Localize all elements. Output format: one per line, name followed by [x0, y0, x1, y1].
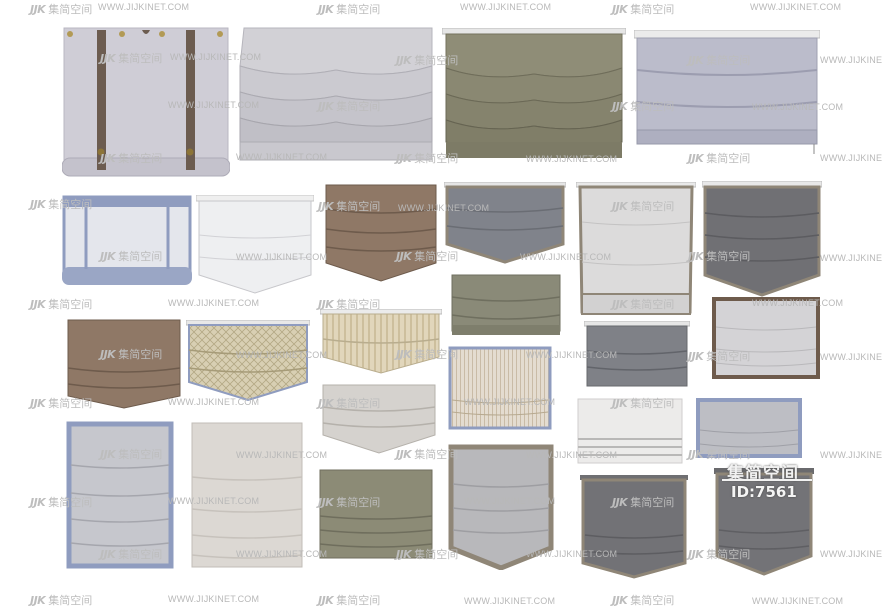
watermark-url: WWW.JIJKINET.COM [236, 350, 328, 360]
watermark-logo: JJK 集简空间 [688, 350, 751, 363]
watermark-logo: JJK 集简空间 [396, 54, 459, 67]
badge-divider [722, 479, 812, 481]
watermark-url: WWW.JIJKINET.COM [168, 397, 260, 407]
watermark-logo: JJK 集简空间 [30, 3, 93, 16]
watermark-logo: JJK 集简空间 [318, 594, 381, 607]
watermark-url: WWW.JIJKINET.COM [820, 253, 882, 263]
watermark-logo: JJK 集简空间 [688, 250, 751, 263]
watermark-logo: JJK 集简空间 [100, 548, 163, 561]
watermark-url: WWW.JIJKINET.COM [752, 102, 844, 112]
watermark-logo: JJK 集简空间 [30, 298, 93, 311]
watermark-logo: JJK 集简空间 [318, 3, 381, 16]
watermark-url: WWW.JIJKINET.COM [168, 496, 260, 506]
watermark-url: WWW.JIJKINET.COM [168, 298, 260, 308]
watermark-logo: JJK 集简空间 [612, 298, 675, 311]
roman-shade-olive-short [450, 273, 562, 337]
watermark-url: WWW.JIJKINET.COM [168, 594, 260, 604]
watermark-logo: JJK 集简空间 [396, 448, 459, 461]
watermark-url: WWW.JIJKINET.COM [752, 298, 844, 308]
watermark-url: WWW.JIJKINET.COM [526, 450, 618, 460]
watermark-logo: JJK 集简空间 [30, 594, 93, 607]
watermark-url: WWW.JIJKINET.COM [236, 152, 328, 162]
watermark-logo: JJK 集简空间 [396, 548, 459, 561]
watermark-logo: JJK 集简空间 [100, 348, 163, 361]
roman-shade-waterfall-gray [236, 26, 436, 162]
watermark-logo: JJK 集简空间 [612, 3, 675, 16]
watermark-logo: JJK 集简空间 [612, 594, 675, 607]
watermark-url: WWW.JIJKINET.COM [820, 450, 882, 460]
watermark-logo: JJK 集简空间 [612, 100, 675, 113]
roman-shade-white-pointed [196, 195, 314, 295]
badge-id: ID:7561 [731, 483, 797, 501]
roman-shade-periwinkle [634, 30, 820, 154]
watermark-logo: JJK 集简空间 [688, 548, 751, 561]
watermark-url: WWW.JIJKINET.COM [464, 496, 556, 506]
watermark-logo: JJK 集简空间 [100, 448, 163, 461]
watermark-logo: JJK 集简空间 [396, 250, 459, 263]
roman-shade-cream-tall [190, 421, 304, 569]
watermark-logo: JJK 集简空间 [318, 298, 381, 311]
watermark-url: WWW.JIJKINET.COM [398, 203, 490, 213]
watermark-logo: JJK 集简空间 [396, 152, 459, 165]
watermark-url: WWW.JIJKINET.COM [752, 596, 844, 606]
watermark-url: WWW.JIJKINET.COM [526, 549, 618, 559]
watermark-url: WWW.JIJKINET.COM [236, 450, 328, 460]
watermark-url: WWW.JIJKINET.COM [820, 352, 882, 362]
watermark-logo: JJK 集简空间 [612, 397, 675, 410]
watermark-logo: JJK 集简空间 [318, 200, 381, 213]
watermark-url: WWW.JIJKINET.COM [170, 52, 262, 62]
watermark-url: WWW.JIJKINET.COM [820, 55, 882, 65]
watermark-url: WWW.JIJKINET.COM [820, 153, 882, 163]
roman-shade-waterfall-olive [442, 28, 626, 160]
watermark-logo: JJK 集简空间 [688, 54, 751, 67]
watermark-url: WWW.JIJKINET.COM [820, 549, 882, 559]
roman-shade-beige-striped [320, 309, 442, 375]
watermark-url: WWW.JIJKINET.COM [526, 154, 618, 164]
watermark-logo: JJK 集简空间 [30, 496, 93, 509]
watermark-url: WWW.JIJKINET.COM [520, 252, 612, 262]
watermark-logo: JJK 集简空间 [612, 496, 675, 509]
roman-shade-linen-pointed [321, 383, 437, 455]
watermark-logo: JJK 集简空间 [318, 397, 381, 410]
watermark-logo: JJK 集简空间 [318, 100, 381, 113]
roman-shade-charcoal-pointed [702, 181, 822, 297]
roman-shade-linen-brown-trim [712, 297, 820, 381]
watermark-url: WWW.JIJKINET.COM [460, 2, 552, 12]
watermark-logo: JJK 集简空间 [612, 200, 675, 213]
watermark-logo: JJK 集简空间 [688, 448, 751, 461]
watermark-url: WWW.JIJKINET.COM [236, 549, 328, 559]
watermark-logo: JJK 集简空间 [396, 348, 459, 361]
watermark-url: WWW.JIJKINET.COM [236, 252, 328, 262]
watermark-url: WWW.JIJKINET.COM [98, 2, 190, 12]
watermark-url: WWW.JIJKINET.COM [526, 350, 618, 360]
roman-shade-patterned-beige [186, 320, 310, 402]
watermark-logo: JJK 集简空间 [688, 152, 751, 165]
roman-shade-charcoal-taupe-trim [580, 475, 688, 579]
watermark-logo: JJK 集简空间 [318, 496, 381, 509]
watermark-url: WWW.JIJKINET.COM [464, 596, 556, 606]
watermark-url: WWW.JIJKINET.COM [168, 100, 260, 110]
watermark-logo: JJK 集简空间 [100, 250, 163, 263]
watermark-logo: JJK 集简空间 [30, 397, 93, 410]
watermark-url: WWW.JIJKINET.COM [464, 397, 556, 407]
watermark-logo: JJK 集简空间 [100, 152, 163, 165]
watermark-url: WWW.JIJKINET.COM [750, 2, 842, 12]
watermark-logo: JJK 集简空间 [100, 52, 163, 65]
watermark-logo: JJK 集简空间 [30, 198, 93, 211]
